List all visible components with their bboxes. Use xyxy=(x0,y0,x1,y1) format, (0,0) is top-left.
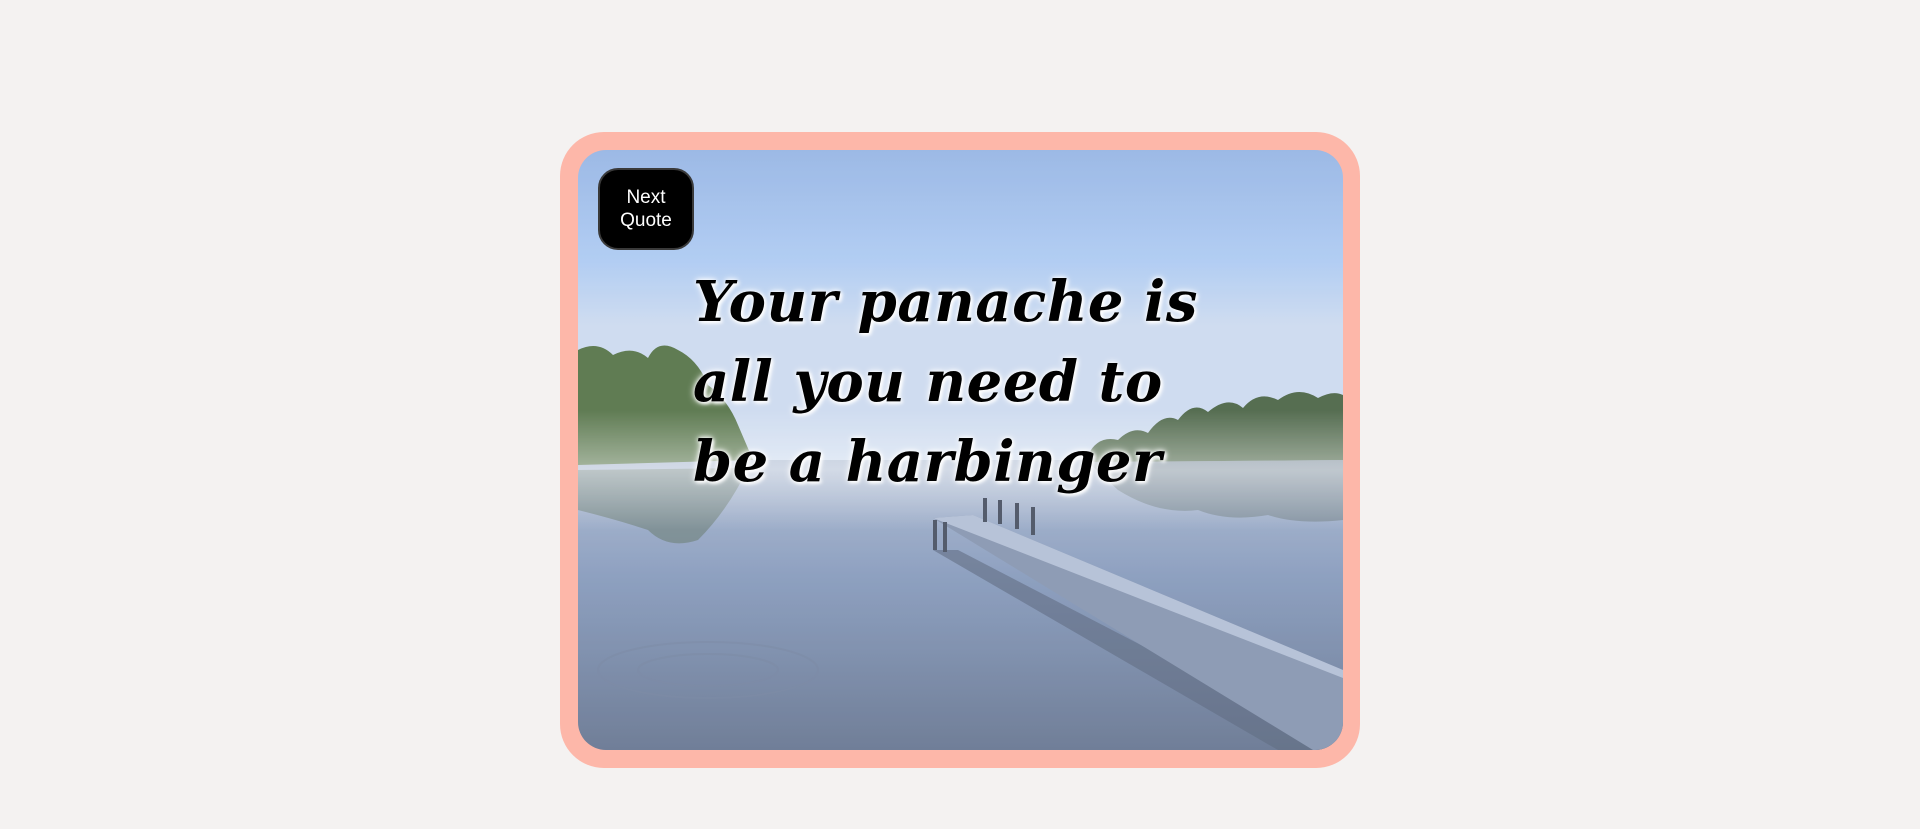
quote-card-frame: Next Quote Your panache is all you need … xyxy=(560,132,1360,768)
quote-card: Next Quote Your panache is all you need … xyxy=(578,150,1343,750)
next-quote-button[interactable]: Next Quote xyxy=(598,168,694,250)
quote-text: Your panache is all you need to be a har… xyxy=(693,269,1198,495)
